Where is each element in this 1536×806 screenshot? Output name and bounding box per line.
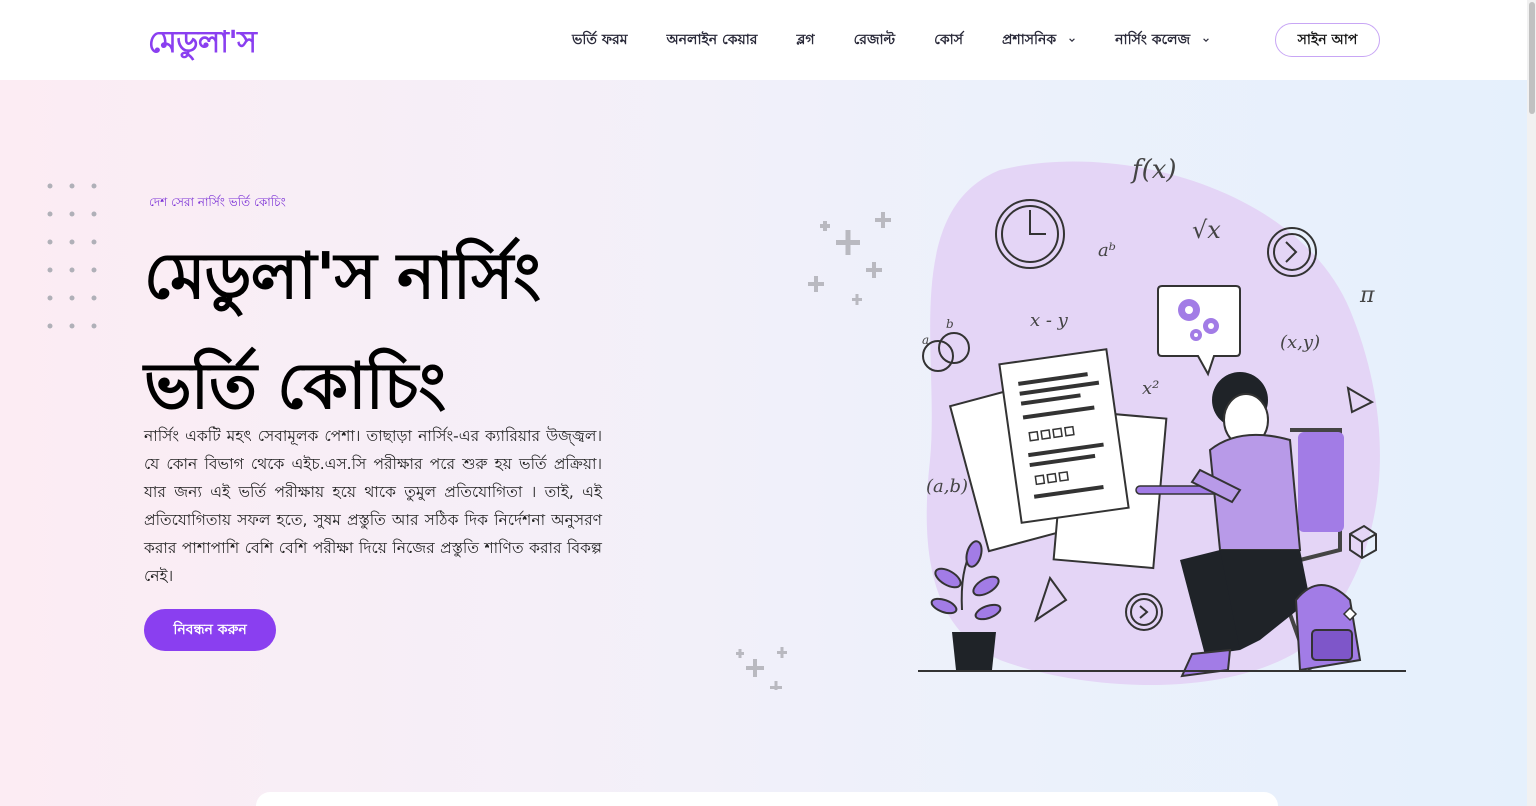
hero-tagline: দেশ সেরা নার্সিং ভর্তি কোচিং	[149, 195, 286, 209]
math-label-fx: f(x)	[1130, 155, 1177, 185]
math-label-b: b	[946, 317, 954, 331]
hero-title: মেডুলা'স নার্সিং ভর্তি কোচিং	[144, 222, 704, 442]
nav-label: ভর্তি ফরম	[572, 32, 628, 48]
register-button[interactable]: নিবন্ধন করুন	[144, 609, 276, 651]
scrollbar-thumb[interactable]	[1529, 2, 1535, 114]
nav-item-result[interactable]: রেজাল্ট	[854, 28, 896, 52]
dot-grid-decoration	[47, 183, 97, 329]
nav-item-administrative[interactable]: প্রশাসনিক	[1002, 28, 1076, 52]
math-label-x-minus-y: x - y	[1030, 310, 1069, 331]
signup-button[interactable]: সাইন আপ	[1275, 23, 1380, 57]
nav-item-online-care[interactable]: অনলাইন কেয়ার	[667, 28, 758, 52]
nav-label: নার্সিং কলেজ	[1115, 32, 1191, 48]
nav-label: অনলাইন কেয়ার	[666, 32, 758, 48]
math-label-pi: π	[1359, 283, 1375, 308]
site-logo[interactable]: মেডুলা'স	[148, 18, 257, 69]
math-label-ab-power: aᵇ	[1098, 240, 1116, 261]
student-studying-illustration: f(x) aᵇ √x x - y x² π (a,b) (x,y) a b	[736, 155, 1406, 690]
nav-label: ব্লগ	[796, 32, 815, 48]
nav-item-course[interactable]: কোর্স	[934, 28, 963, 52]
nav-label: রেজাল্ট	[853, 32, 896, 48]
nav-item-nursing-college[interactable]: নার্সিং কলেজ	[1115, 28, 1210, 52]
nav-label: কোর্স	[934, 32, 963, 48]
math-label-x-squared: x²	[1142, 378, 1159, 399]
chevron-down-icon	[1069, 38, 1075, 42]
chevron-down-icon	[1203, 38, 1209, 42]
math-label-ab-pair: (a,b)	[926, 476, 968, 497]
bottom-card	[256, 792, 1278, 806]
site-header: মেডুলা'স ভর্তি ফরম অনলাইন কেয়ার ব্লগ রে…	[0, 0, 1536, 80]
nav-item-blog[interactable]: ব্লগ	[797, 28, 815, 52]
sparkle-decoration	[808, 212, 891, 305]
nav-item-admission-form[interactable]: ভর্তি ফরম	[572, 28, 628, 52]
math-label-xy-pair: (x,y)	[1280, 332, 1320, 353]
backpack	[1294, 584, 1362, 672]
math-label-sqrt: √x	[1192, 216, 1221, 244]
nav-label: প্রশাসনিক	[1001, 32, 1057, 48]
hero-description: নার্সিং একটি মহৎ সেবামূলক পেশা। তাছাড়া …	[144, 427, 602, 585]
main-nav: ভর্তি ফরম অনলাইন কেয়ার ব্লগ রেজাল্ট কোর…	[572, 28, 1210, 52]
sparkle-decoration	[736, 647, 787, 690]
page-scrollbar[interactable]	[1527, 0, 1536, 806]
hero-title-line-1: মেডুলা'স নার্সিং	[144, 240, 541, 314]
